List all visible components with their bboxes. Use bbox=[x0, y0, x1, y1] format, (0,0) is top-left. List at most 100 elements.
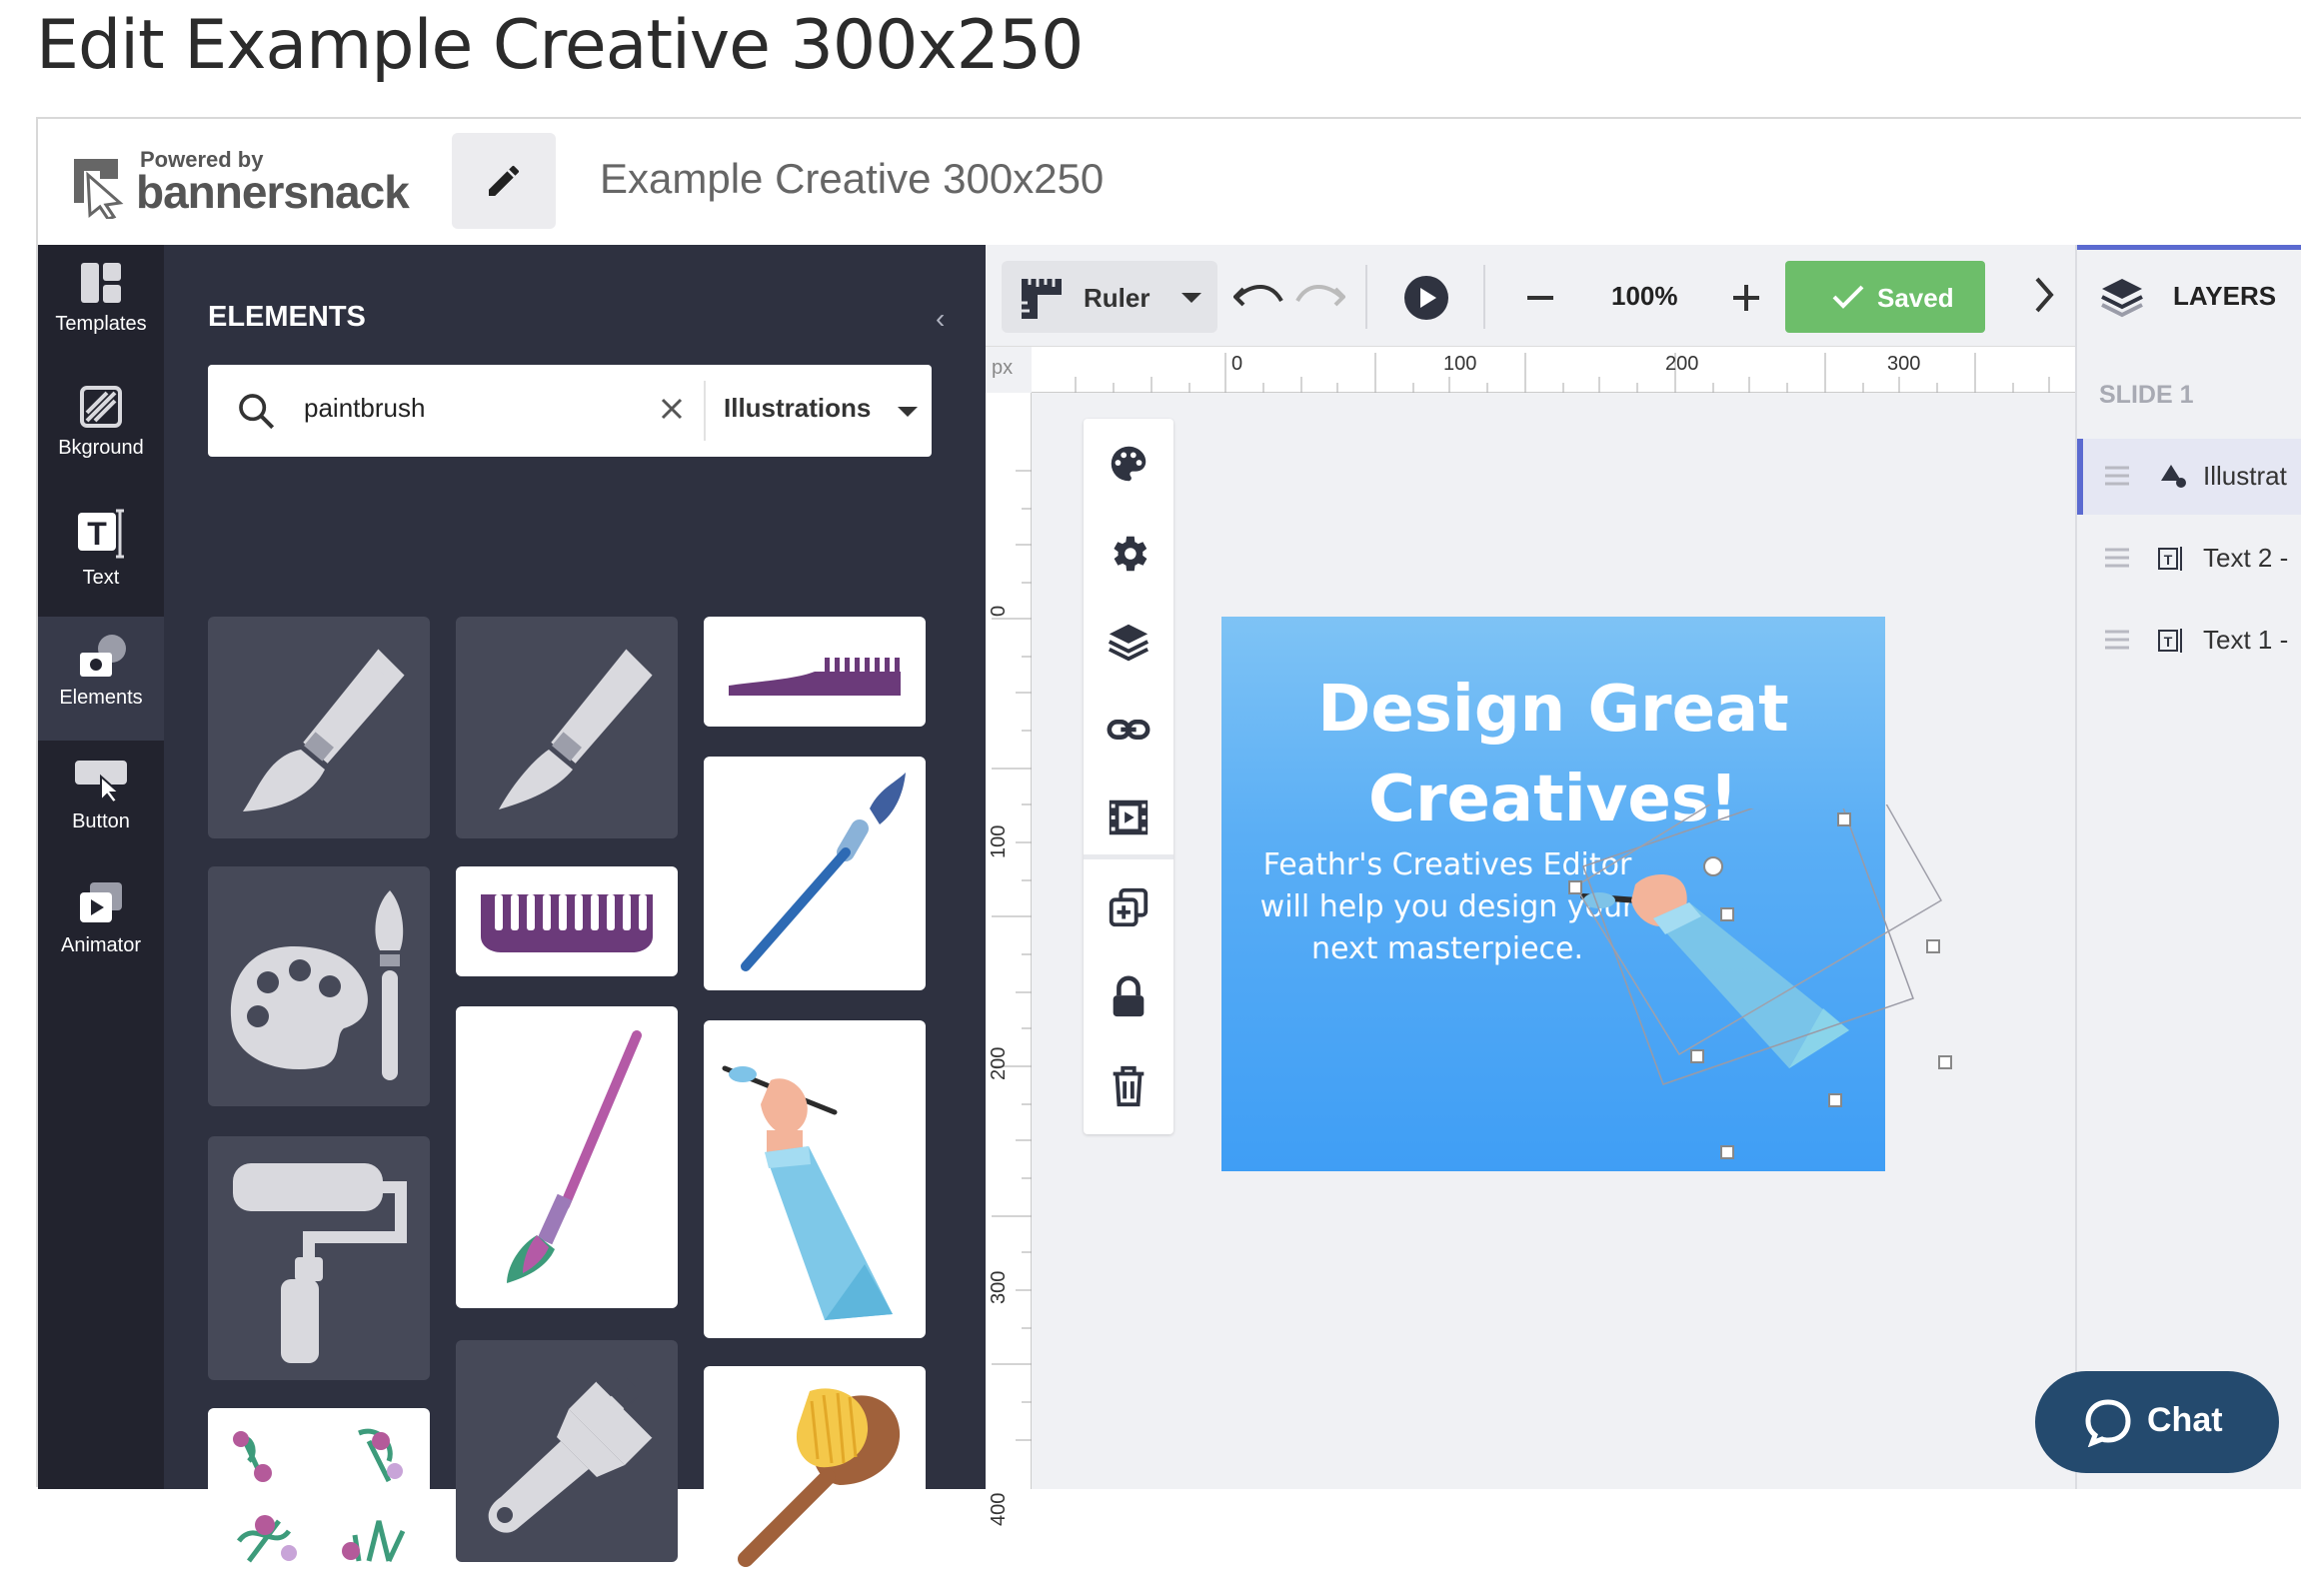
search-input[interactable] bbox=[304, 393, 634, 424]
checkmark-icon bbox=[1832, 285, 1864, 309]
ruler-v-label: 0 bbox=[988, 605, 1010, 617]
trash-icon[interactable] bbox=[1106, 1062, 1151, 1108]
rail-label-text: Text bbox=[82, 567, 120, 589]
element-tile-scrub-brush[interactable] bbox=[704, 1366, 926, 1596]
palette-icon[interactable] bbox=[1106, 441, 1151, 487]
layers-panel-accent bbox=[2077, 245, 2301, 250]
slide-label[interactable]: SLIDE 1 bbox=[2099, 381, 2193, 410]
play-preview-icon[interactable] bbox=[1403, 275, 1449, 321]
blue-brush-illustration bbox=[741, 773, 906, 971]
rail-item-text[interactable]: T Text bbox=[38, 493, 164, 617]
flat-brush-illustration bbox=[488, 1377, 654, 1533]
element-tile-paintbrush[interactable] bbox=[208, 617, 430, 838]
svg-text:T: T bbox=[2164, 552, 2173, 568]
ruler-h-label: 200 bbox=[1665, 353, 1699, 375]
hand-with-brush-illustration bbox=[722, 1065, 893, 1320]
ruler-icon bbox=[1022, 279, 1062, 319]
rail-item-background[interactable]: Bkground bbox=[38, 369, 164, 493]
layer-label: Text 2 - bbox=[2203, 543, 2289, 573]
chat-button[interactable]: Chat bbox=[2035, 1371, 2279, 1473]
element-tile-floral[interactable] bbox=[208, 1408, 430, 1584]
drag-handle-icon[interactable] bbox=[2103, 547, 2131, 569]
ruler-v-label: 200 bbox=[988, 1046, 1010, 1080]
rail-label-animator: Animator bbox=[60, 934, 142, 956]
gear-icon[interactable] bbox=[1106, 531, 1151, 577]
chat-label: Chat bbox=[2147, 1401, 2223, 1439]
chat-bubble-icon bbox=[2085, 1399, 2131, 1447]
ruler-unit: px bbox=[992, 357, 1014, 379]
horizontal-ruler[interactable]: 0 100 200 300 bbox=[1032, 347, 2075, 393]
svg-text:T: T bbox=[87, 516, 107, 552]
element-tile-blue-brush[interactable] bbox=[704, 757, 926, 990]
ruler-h-label: 100 bbox=[1443, 353, 1477, 375]
video-icon[interactable] bbox=[1106, 795, 1151, 840]
zoom-in-icon[interactable] bbox=[1729, 281, 1763, 315]
element-tile-hand-brush[interactable] bbox=[704, 1020, 926, 1338]
ruler-h-label: 0 bbox=[1231, 353, 1243, 375]
layer-row-illustration[interactable]: Illustrat bbox=[2077, 439, 2301, 515]
element-tile-comb-2[interactable] bbox=[704, 617, 926, 727]
ruler-toggle-button[interactable]: Ruler bbox=[1002, 261, 1217, 333]
svg-text:T: T bbox=[2164, 634, 2173, 650]
element-tile-palette[interactable] bbox=[208, 866, 430, 1106]
layers-title: LAYERS bbox=[2173, 281, 2277, 311]
redo-icon[interactable] bbox=[1293, 275, 1345, 319]
layers-icon[interactable] bbox=[1106, 619, 1151, 665]
layer-row-text-2[interactable]: T Text 2 - bbox=[2077, 521, 2301, 597]
logo-wordmark: bannersnack bbox=[136, 166, 410, 218]
scrub-brush-illustration bbox=[738, 1388, 901, 1567]
edit-name-button[interactable] bbox=[452, 133, 556, 229]
element-tile-flat-brush[interactable] bbox=[456, 1340, 678, 1562]
vertical-ruler-ticks bbox=[992, 470, 1032, 1441]
layer-row-text-1[interactable]: T Text 1 - bbox=[2077, 603, 2301, 679]
palette-illustration bbox=[230, 890, 404, 1080]
search-divider bbox=[704, 381, 706, 441]
element-search-bar: Illustrations bbox=[208, 365, 932, 457]
canvas-area: Ruler 100% Saved px 0 100 200 300 0 100 … bbox=[986, 245, 2075, 1526]
duplicate-icon[interactable] bbox=[1106, 884, 1151, 930]
saved-label: Saved bbox=[1877, 283, 1954, 313]
text-layer-icon: T bbox=[2158, 547, 2182, 571]
clear-search-icon[interactable] bbox=[654, 391, 690, 427]
rail-item-animator[interactable]: Animator bbox=[38, 864, 164, 988]
ruler-v-label: 400 bbox=[988, 1492, 1010, 1526]
layer-label: Text 1 - bbox=[2203, 625, 2289, 655]
rail-item-elements[interactable]: Elements bbox=[38, 617, 164, 741]
creative-name[interactable]: Example Creative 300x250 bbox=[600, 155, 1104, 203]
layers-icon bbox=[2101, 279, 2143, 318]
chevron-right-icon[interactable] bbox=[2033, 275, 2057, 315]
text-icon: T bbox=[78, 509, 124, 559]
link-icon[interactable] bbox=[1106, 707, 1151, 753]
drag-handle-icon[interactable] bbox=[2103, 629, 2131, 651]
zoom-out-icon[interactable] bbox=[1523, 281, 1557, 315]
element-tile-paintbrush-2[interactable] bbox=[456, 617, 678, 838]
element-tile-purple-brush[interactable] bbox=[456, 1006, 678, 1308]
button-icon bbox=[75, 761, 127, 802]
comb-illustration bbox=[481, 894, 653, 952]
rail-item-templates[interactable]: Templates bbox=[38, 245, 164, 369]
chevron-down-icon[interactable] bbox=[896, 405, 920, 419]
rail-label-elements: Elements bbox=[59, 687, 143, 709]
vertical-ruler[interactable]: 0 100 200 300 400 bbox=[986, 393, 1032, 1526]
drag-handle-icon[interactable] bbox=[2103, 465, 2131, 487]
rail-label-templates: Templates bbox=[55, 313, 147, 335]
paintbrush-illustration bbox=[243, 649, 405, 811]
rail-item-button[interactable]: Button bbox=[38, 741, 164, 864]
undo-icon[interactable] bbox=[1233, 275, 1285, 319]
transform-handles[interactable] bbox=[1563, 804, 1993, 1214]
collapse-panel-icon[interactable]: ‹ bbox=[936, 303, 945, 335]
category-filter-select[interactable]: Illustrations bbox=[724, 393, 871, 424]
toolbar-divider bbox=[1365, 265, 1367, 329]
layers-panel: LAYERS SLIDE 1 Illustrat T Text 2 - T Te… bbox=[2075, 245, 2301, 1489]
paintbrush-illustration bbox=[499, 649, 653, 809]
elements-icon bbox=[80, 635, 126, 677]
canvas-toolbar: Ruler 100% Saved bbox=[986, 245, 2075, 347]
lock-icon[interactable] bbox=[1106, 974, 1151, 1020]
ruler-label: Ruler bbox=[1084, 283, 1150, 313]
chevron-down-icon bbox=[1181, 293, 1201, 303]
animator-icon bbox=[80, 882, 122, 922]
element-tile-comb[interactable] bbox=[456, 866, 678, 976]
saved-status-button[interactable]: Saved bbox=[1785, 261, 1985, 333]
element-tile-paint-roller[interactable] bbox=[208, 1136, 430, 1380]
comb-illustration bbox=[729, 658, 901, 696]
